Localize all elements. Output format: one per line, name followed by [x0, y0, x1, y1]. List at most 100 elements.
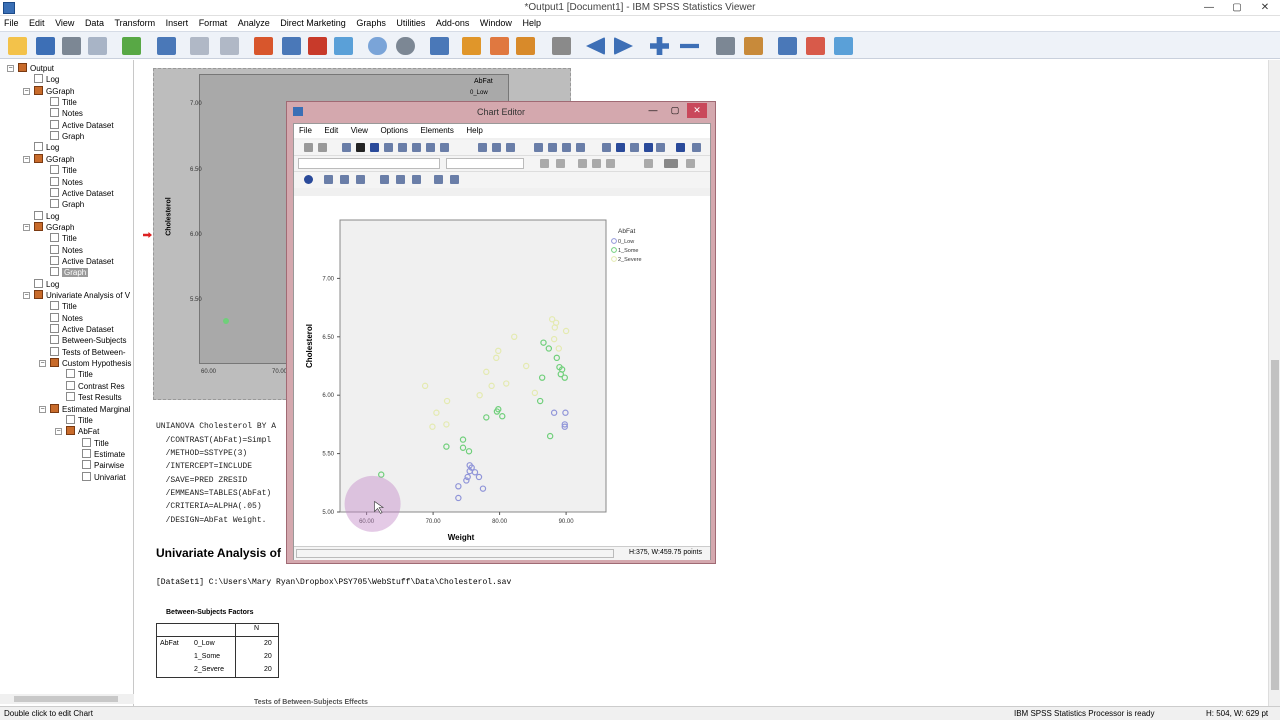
text-color-icon[interactable]: [644, 159, 653, 168]
designate-window-icon[interactable]: [430, 37, 449, 55]
outline-item[interactable]: Title: [66, 414, 93, 426]
variables-icon[interactable]: [334, 37, 353, 55]
menu-utilities[interactable]: Utilities: [392, 16, 429, 30]
outline-item[interactable]: Univariate Analysis of V: [34, 290, 130, 301]
ce-menu-elements[interactable]: Elements: [416, 124, 459, 138]
outline-item[interactable]: Log: [34, 142, 59, 153]
line-style-icon[interactable]: [686, 159, 695, 168]
outline-item[interactable]: Log: [34, 210, 59, 222]
outline-item[interactable]: Output: [18, 63, 54, 74]
bar-icon-3[interactable]: [630, 143, 639, 152]
menu-view[interactable]: View: [51, 16, 78, 30]
collapse-toggle-icon[interactable]: −: [7, 65, 14, 72]
collapse-toggle-icon[interactable]: −: [39, 405, 46, 413]
menu-file[interactable]: File: [0, 16, 23, 30]
find-icon[interactable]: [368, 37, 387, 55]
legend-icon[interactable]: [548, 143, 557, 152]
plot-area[interactable]: [339, 219, 607, 513]
insert-heading-icon[interactable]: [778, 37, 797, 55]
outline-item[interactable]: Title: [50, 301, 77, 312]
legend-title[interactable]: AbFat: [618, 228, 636, 235]
chart-editor-titlebar[interactable]: Chart Editor — ▢ ✕: [287, 102, 715, 121]
outline-item[interactable]: Active Dataset: [50, 187, 114, 199]
create-edit-autoscript-icon[interactable]: [490, 37, 509, 55]
outline-item[interactable]: GGraph: [34, 153, 74, 165]
collapse-toggle-icon[interactable]: −: [23, 292, 30, 299]
bar-icon-5[interactable]: [656, 143, 665, 152]
outline-item[interactable]: Log: [34, 278, 59, 290]
outline-item[interactable]: Title: [50, 233, 77, 244]
maximize-button[interactable]: ▢: [1224, 0, 1250, 16]
title-icon[interactable]: [534, 143, 543, 152]
ce-maximize-button[interactable]: ▢: [665, 103, 685, 118]
add-markers-icon[interactable]: [324, 175, 333, 184]
content-vertical-scrollbar[interactable]: [1268, 60, 1280, 706]
legend-item[interactable]: 1_Some: [618, 248, 639, 254]
goto-data-icon[interactable]: [254, 37, 273, 55]
print-icon[interactable]: [62, 37, 81, 55]
select-icon[interactable]: [304, 175, 313, 184]
menu-format[interactable]: Format: [195, 16, 232, 30]
fit-line-icon[interactable]: [506, 143, 515, 152]
distribution-icon[interactable]: [434, 175, 443, 184]
transpose-icon[interactable]: [576, 143, 585, 152]
annotation-icon[interactable]: [440, 143, 449, 152]
expand-icon[interactable]: [650, 37, 669, 55]
y-axis-icon[interactable]: [370, 143, 379, 152]
scale-icon[interactable]: [398, 143, 407, 152]
outline-item[interactable]: Notes: [50, 108, 83, 119]
menu-analyze[interactable]: Analyze: [234, 16, 274, 30]
reference-line-x-icon[interactable]: [478, 143, 487, 152]
chart-canvas[interactable]: 5.00 5.50 6.00 6.50 7.00 60.00 70.00 80.00 90.00…: [294, 196, 710, 546]
stop-icon[interactable]: [552, 37, 571, 55]
bar-icon-2[interactable]: [616, 143, 625, 152]
x-axis-icon[interactable]: [356, 143, 365, 152]
drop-line-icon[interactable]: [356, 175, 365, 184]
goto-case-icon[interactable]: [282, 37, 301, 55]
outline-item[interactable]: Pairwise: [82, 460, 124, 471]
minimize-button[interactable]: —: [1196, 0, 1222, 16]
menu-transform[interactable]: Transform: [110, 16, 159, 30]
collapse-toggle-icon[interactable]: −: [23, 223, 30, 231]
select-last-output-icon[interactable]: [462, 37, 481, 55]
data-label-icon[interactable]: [412, 143, 421, 152]
ce-menu-file[interactable]: File: [294, 124, 317, 138]
scatter-plot-svg[interactable]: 5.005.506.006.507.0060.00 70.00 80.00 90.00…: [294, 196, 710, 546]
goto-variable-icon[interactable]: [308, 37, 327, 55]
outline-item[interactable]: Estimated Marginal: [50, 403, 130, 415]
outline-item[interactable]: Graph: [50, 267, 89, 278]
hide-icon[interactable]: [744, 37, 763, 55]
outline-item[interactable]: GGraph: [34, 85, 74, 97]
outline-item[interactable]: Notes: [50, 244, 83, 256]
properties-icon[interactable]: [342, 143, 351, 152]
outline-item[interactable]: Title: [50, 165, 77, 176]
interpolation-icon[interactable]: [340, 175, 349, 184]
collapse-toggle-icon[interactable]: −: [23, 155, 30, 163]
ce-menu-options[interactable]: Options: [375, 124, 413, 138]
reference-line-y-icon[interactable]: [492, 143, 501, 152]
x-axis-title[interactable]: Weight: [448, 533, 475, 542]
outline-item[interactable]: Active Dataset: [50, 324, 114, 335]
align-right-icon[interactable]: [606, 159, 615, 168]
outline-item[interactable]: Title: [66, 369, 93, 380]
bar-icon-1[interactable]: [602, 143, 611, 152]
outline-item[interactable]: Contrast Res: [66, 380, 125, 392]
outline-item[interactable]: Test Results: [66, 392, 122, 403]
menu-edit[interactable]: Edit: [25, 16, 49, 30]
outline-item[interactable]: Custom Hypothesis: [50, 358, 131, 369]
run-script-icon[interactable]: [516, 37, 535, 55]
insert-title-icon[interactable]: [806, 37, 825, 55]
promote-icon[interactable]: [586, 37, 605, 55]
menu-help[interactable]: Help: [518, 16, 545, 30]
undo-icon[interactable]: [304, 143, 313, 152]
y-axis-title[interactable]: Cholesterol: [305, 324, 314, 368]
menu-window[interactable]: Window: [476, 16, 516, 30]
redo-icon[interactable]: [318, 143, 327, 152]
outline-item[interactable]: GGraph: [34, 221, 74, 233]
save-icon[interactable]: [36, 37, 55, 55]
menu-insert[interactable]: Insert: [162, 16, 193, 30]
outline-item[interactable]: Estimate: [82, 448, 125, 460]
explode-icon[interactable]: [676, 143, 685, 152]
fit-subgroups-icon[interactable]: [396, 175, 405, 184]
undo-icon[interactable]: [190, 37, 209, 55]
